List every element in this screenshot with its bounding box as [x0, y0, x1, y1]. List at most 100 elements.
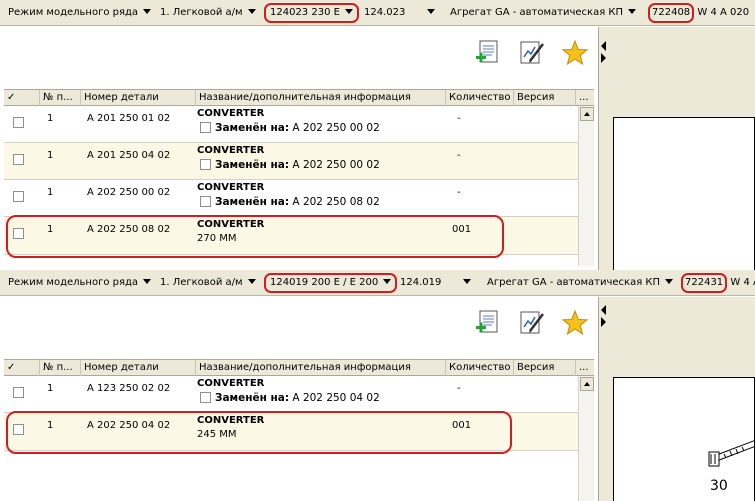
collapse-left-icon[interactable]	[601, 41, 606, 51]
vehicle-class-label: 1. Легковой а/м	[160, 7, 243, 18]
row-checkbox[interactable]	[13, 117, 24, 128]
replacement-part-number[interactable]: A 202 250 08 02	[292, 196, 379, 208]
row-position: 1	[47, 383, 54, 394]
column-header-more[interactable]: ...	[576, 90, 594, 106]
column-header-version[interactable]: Версия	[514, 360, 576, 376]
catalog-panel-1: Режим модельного ряда 1. Легковой а/м 12…	[0, 0, 755, 270]
add-document-icon[interactable]	[474, 39, 502, 67]
callout-number[interactable]: 30	[710, 478, 728, 494]
replacement-checkbox[interactable]	[200, 196, 211, 207]
expand-right-icon[interactable]	[601, 317, 606, 327]
pane-splitter[interactable]	[598, 297, 607, 501]
favorite-star-icon[interactable]	[561, 39, 589, 67]
scroll-up-icon[interactable]	[580, 377, 594, 391]
collapse-left-icon[interactable]	[601, 305, 606, 315]
table-header: ✓ № п... Номер детали Название/дополните…	[4, 89, 594, 106]
dropdown-arrow-icon	[427, 8, 436, 14]
assembly-extra-label: W 4 A	[730, 277, 755, 288]
mode-label: Режим модельного ряда	[8, 277, 139, 288]
row-part-number: A 202 250 00 02	[87, 187, 171, 198]
row-part-number: A 123 250 02 02	[87, 383, 171, 394]
row-checkbox[interactable]	[13, 387, 24, 398]
assembly-code-label: 722408	[648, 3, 695, 23]
row-quantity: -	[457, 383, 461, 394]
exploded-drawing[interactable]: 30	[613, 377, 755, 501]
replacement-info: Заменён на: A 202 250 00 02	[215, 122, 380, 134]
assembly-code-dropdown[interactable]: 722431 W 4 A	[677, 273, 755, 293]
selection-toolbar: Режим модельного ряда 1. Легковой а/м 12…	[0, 0, 755, 26]
replacement-checkbox[interactable]	[200, 122, 211, 133]
vehicle-class-dropdown[interactable]: 1. Легковой а/м	[156, 4, 256, 22]
row-position: 1	[47, 150, 54, 161]
row-position: 1	[47, 187, 54, 198]
column-header-position[interactable]: № п...	[40, 90, 81, 106]
drawing-pane: 30	[607, 297, 755, 501]
add-document-icon[interactable]	[474, 309, 502, 337]
expand-right-icon[interactable]	[601, 53, 606, 63]
table-scrollbar[interactable]	[578, 106, 594, 266]
column-header-name[interactable]: Название/дополнительная информация	[196, 90, 446, 106]
assembly-label: Агрегат GA - автоматическая КП	[487, 277, 661, 288]
replacement-label: Заменён на:	[215, 392, 290, 404]
edit-document-icon[interactable]	[518, 309, 546, 337]
dropdown-arrow-icon	[247, 8, 256, 14]
column-header-quantity[interactable]: Количество	[446, 90, 514, 106]
row-highlight	[6, 411, 512, 454]
table-row[interactable]: 1 A 123 250 02 02 CONVERTER Заменён на: …	[4, 376, 578, 413]
dropdown-arrow-icon	[344, 8, 353, 14]
assembly-label: Агрегат GA - автоматическая КП	[450, 7, 624, 18]
row-part-name: CONVERTER	[197, 182, 265, 193]
table-header: ✓ № п... Номер детали Название/дополните…	[4, 359, 594, 376]
model-label: 124023 230 E	[270, 7, 340, 18]
row-part-number: A 201 250 01 02	[87, 113, 171, 124]
scroll-up-icon[interactable]	[580, 107, 594, 121]
table-row[interactable]: 1 A 201 250 01 02 CONVERTER Заменён на: …	[4, 106, 578, 143]
column-header-quantity[interactable]: Количество	[446, 360, 514, 376]
assembly-dropdown[interactable]: Агрегат GA - автоматическая КП	[483, 274, 674, 292]
column-header-check[interactable]: ✓	[4, 360, 40, 376]
dropdown-arrow-icon	[143, 278, 152, 284]
row-part-name: CONVERTER	[197, 145, 265, 156]
exploded-drawing[interactable]	[613, 117, 755, 270]
row-part-number: A 201 250 04 02	[87, 150, 171, 161]
table-row[interactable]: 1 A 201 250 04 02 CONVERTER Заменён на: …	[4, 143, 578, 180]
replacement-checkbox[interactable]	[200, 392, 211, 403]
bolt-part-graphic	[708, 439, 755, 467]
model-code-dropdown[interactable]: 124.023	[360, 4, 436, 22]
replacement-part-number[interactable]: A 202 250 04 02	[292, 392, 379, 404]
column-header-check[interactable]: ✓	[4, 90, 40, 106]
column-header-name[interactable]: Название/дополнительная информация	[196, 360, 446, 376]
mode-dropdown[interactable]: Режим модельного ряда	[4, 274, 152, 292]
replacement-part-number[interactable]: A 202 250 00 02	[292, 159, 379, 171]
row-checkbox[interactable]	[13, 191, 24, 202]
column-header-part-number[interactable]: Номер детали	[81, 90, 196, 106]
vehicle-class-dropdown[interactable]: 1. Легковой а/м	[156, 274, 256, 292]
model-code-dropdown[interactable]: 124.019	[396, 274, 472, 292]
edit-document-icon[interactable]	[518, 39, 546, 67]
assembly-dropdown[interactable]: Агрегат GA - автоматическая КП	[446, 4, 637, 22]
model-dropdown[interactable]: 124023 230 E	[264, 3, 359, 23]
column-header-part-number[interactable]: Номер детали	[81, 360, 196, 376]
favorite-star-icon[interactable]	[561, 309, 589, 337]
column-header-version[interactable]: Версия	[514, 90, 576, 106]
replacement-part-number[interactable]: A 202 250 00 02	[292, 122, 379, 134]
parts-action-bar	[0, 27, 598, 81]
pane-splitter[interactable]	[598, 27, 607, 270]
parts-list-area: ✓ № п... Номер детали Название/дополните…	[0, 297, 598, 501]
table-scrollbar[interactable]	[578, 376, 594, 501]
table-row[interactable]: 1 A 202 250 00 02 CONVERTER Заменён на: …	[4, 180, 578, 217]
mode-dropdown[interactable]: Режим модельного ряда	[4, 4, 152, 22]
assembly-code-dropdown[interactable]: 722408 W 4 A 020	[644, 3, 749, 23]
column-header-position[interactable]: № п...	[40, 360, 81, 376]
dropdown-arrow-icon	[665, 278, 674, 284]
row-position: 1	[47, 113, 54, 124]
dropdown-arrow-icon	[383, 278, 392, 284]
replacement-checkbox[interactable]	[200, 159, 211, 170]
column-header-more[interactable]: ...	[576, 360, 594, 376]
mode-label: Режим модельного ряда	[8, 7, 139, 18]
model-dropdown[interactable]: 124019 200 E / E 200	[264, 273, 398, 293]
row-part-name: CONVERTER	[197, 108, 265, 119]
replacement-info: Заменён на: A 202 250 00 02	[215, 159, 380, 171]
model-code-label: 124.023	[364, 7, 406, 18]
row-checkbox[interactable]	[13, 154, 24, 165]
